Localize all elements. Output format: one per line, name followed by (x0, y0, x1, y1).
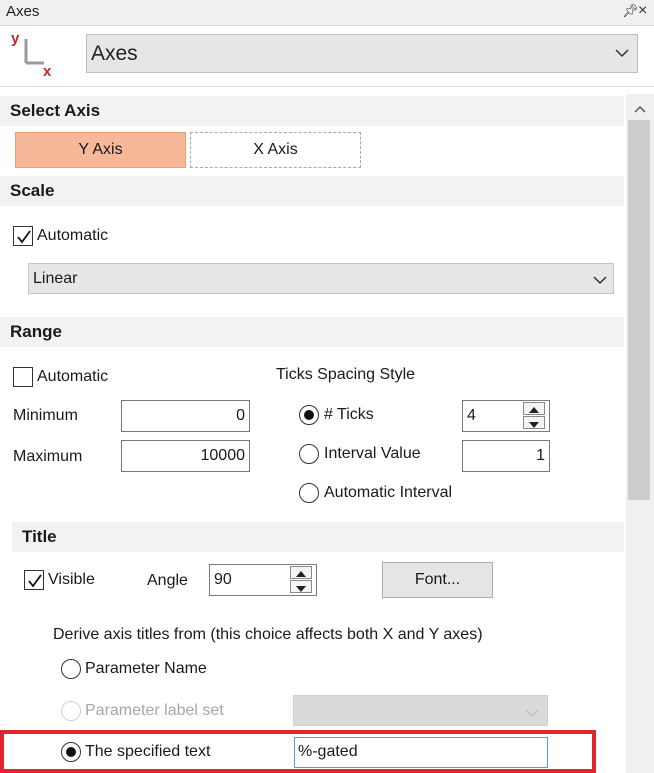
pin-icon[interactable]: 📌︎ (622, 3, 639, 19)
scale-type-dropdown[interactable]: Linear (28, 263, 614, 294)
derive-description: Derive axis titles from (this choice aff… (53, 626, 483, 643)
specified-text-value: %-gated (298, 743, 358, 760)
minimum-label: Minimum (13, 407, 78, 424)
element-selector-dropdown[interactable]: Axes (86, 34, 638, 73)
angle-value: 90 (214, 571, 232, 588)
close-icon[interactable]: × (638, 2, 647, 20)
angle-spinner[interactable] (290, 566, 314, 594)
scroll-up-icon[interactable] (634, 100, 646, 118)
specified-text-radio[interactable] (61, 742, 81, 762)
ticks-value: 4 (467, 407, 476, 424)
axes-logo-icon: y x (8, 30, 58, 80)
section-title: Title (12, 522, 624, 552)
spin-down-icon[interactable] (523, 416, 545, 429)
x-axis-button[interactable]: X Axis (190, 132, 361, 168)
window-title: Axes (6, 3, 40, 20)
parameter-label-set-label: Parameter label set (85, 702, 224, 719)
section-scale: Scale (0, 176, 624, 206)
chevron-down-icon (525, 705, 539, 723)
divider (0, 86, 654, 87)
spin-up-icon[interactable] (290, 566, 312, 579)
interval-value-radio[interactable] (299, 444, 319, 464)
section-heading: Select Axis (10, 101, 101, 120)
ticks-input[interactable]: 4 (462, 400, 550, 432)
ticks-spinner[interactable] (523, 402, 547, 430)
scrollbar-thumb[interactable] (628, 120, 650, 500)
spin-up-icon[interactable] (523, 402, 545, 415)
maximum-input[interactable]: 10000 (121, 440, 250, 472)
section-range: Range (0, 317, 624, 347)
vertical-scrollbar[interactable] (626, 94, 654, 773)
section-heading: Range (10, 322, 62, 341)
section-select-axis: Select Axis (0, 96, 624, 126)
parameter-name-label: Parameter Name (85, 660, 207, 677)
chevron-down-icon (593, 272, 607, 290)
font-button[interactable]: Font... (382, 562, 493, 598)
maximum-label: Maximum (13, 448, 83, 465)
label-set-dropdown (293, 695, 548, 726)
automatic-interval-label: Automatic Interval (324, 484, 453, 501)
section-heading: Scale (10, 181, 55, 200)
title-visible-checkbox[interactable] (24, 570, 44, 590)
window-title-bar: Axes 📌︎ × (0, 0, 654, 26)
range-automatic-checkbox[interactable] (13, 367, 33, 387)
angle-input[interactable]: 90 (209, 564, 317, 596)
ticks-radio[interactable] (299, 405, 319, 425)
logo-y-letter: y (11, 30, 20, 47)
spin-down-icon[interactable] (290, 580, 312, 593)
title-visible-label: Visible (48, 571, 95, 588)
minimum-input[interactable]: 0 (121, 400, 250, 432)
specified-text-label: The specified text (85, 743, 211, 760)
automatic-interval-radio[interactable] (299, 483, 319, 503)
interval-value-label: Interval Value (324, 445, 421, 462)
y-axis-button[interactable]: Y Axis (15, 132, 186, 168)
maximum-value: 10000 (200, 447, 246, 464)
parameter-name-radio[interactable] (61, 659, 81, 679)
scale-type-value: Linear (33, 270, 78, 287)
scale-automatic-label: Automatic (37, 227, 109, 244)
logo-x-letter: x (43, 63, 52, 80)
interval-value-input[interactable]: 1 (462, 440, 550, 472)
interval-value: 1 (536, 447, 545, 464)
ticks-label: # Ticks (324, 406, 374, 423)
section-heading: Title (22, 527, 57, 546)
range-automatic-label: Automatic (37, 368, 109, 385)
chevron-down-icon (615, 45, 629, 63)
specified-text-input[interactable]: %-gated (294, 737, 548, 768)
element-selector-value: Axes (91, 42, 138, 65)
checkmark-icon (17, 230, 31, 244)
parameter-label-set-radio (61, 701, 81, 721)
checkmark-icon (28, 574, 42, 588)
ticks-spacing-heading: Ticks Spacing Style (276, 366, 416, 383)
minimum-value: 0 (236, 407, 245, 424)
scale-automatic-checkbox[interactable] (13, 226, 33, 246)
angle-label: Angle (147, 572, 188, 589)
